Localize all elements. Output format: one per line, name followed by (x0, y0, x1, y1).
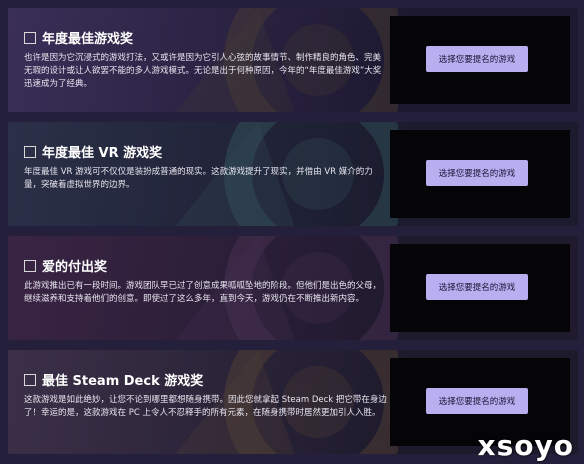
award-description: 年度最佳 VR 游戏可不仅仅是装扮成普通的现实。这款游戏提升了现实，并借由 VR… (24, 167, 373, 190)
nominate-game-button[interactable]: 选择您要提名的游戏 (426, 274, 528, 300)
checkbox-icon[interactable] (24, 145, 36, 158)
award-description: 此游戏推出已有一段时间。游戏团队早已过了创意成果呱呱坠地的阶段。但他们是出色的父… (24, 281, 382, 304)
checkbox-icon[interactable] (24, 259, 36, 272)
award-title: 爱的付出奖 (24, 256, 107, 275)
award-card: 年度最佳游戏奖 也许是因为它沉浸式的游戏打法，又或许是因为它引人心弦的故事情节、… (8, 8, 578, 112)
award-title-text: 最佳 Steam Deck 游戏奖 (42, 374, 204, 389)
award-description: 也许是因为它沉浸式的游戏打法，又或许是因为它引人心弦的故事情节、制作精良的角色、… (24, 53, 382, 89)
award-title: 年度最佳 VR 游戏奖 (24, 142, 162, 161)
nominate-game-button[interactable]: 选择您要提名的游戏 (426, 160, 528, 186)
award-card: 爱的付出奖 此游戏推出已有一段时间。游戏团队早已过了创意成果呱呱坠地的阶段。但他… (8, 236, 578, 340)
award-description: 这款游戏是如此绝妙，让您不论到哪里都想随身携带。因此您就拿起 Steam Dec… (24, 395, 387, 418)
award-title: 最佳 Steam Deck 游戏奖 (24, 370, 203, 389)
award-title-text: 年度最佳 VR 游戏奖 (42, 146, 163, 161)
award-title-text: 爱的付出奖 (42, 260, 108, 275)
nomination-panel: 选择您要提名的游戏 (390, 16, 570, 104)
nominate-game-button[interactable]: 选择您要提名的游戏 (426, 46, 528, 72)
nomination-panel: 选择您要提名的游戏 (390, 130, 570, 218)
nominate-game-button[interactable]: 选择您要提名的游戏 (426, 388, 528, 414)
award-title: 年度最佳游戏奖 (24, 28, 133, 47)
nomination-panel: 选择您要提名的游戏 (390, 244, 570, 332)
watermark-logo: xsoyo (477, 429, 574, 462)
award-title-text: 年度最佳游戏奖 (42, 32, 134, 47)
award-card: 年度最佳 VR 游戏奖 年度最佳 VR 游戏可不仅仅是装扮成普通的现实。这款游戏… (8, 122, 578, 226)
checkbox-icon[interactable] (24, 373, 36, 386)
checkbox-icon[interactable] (24, 31, 36, 44)
